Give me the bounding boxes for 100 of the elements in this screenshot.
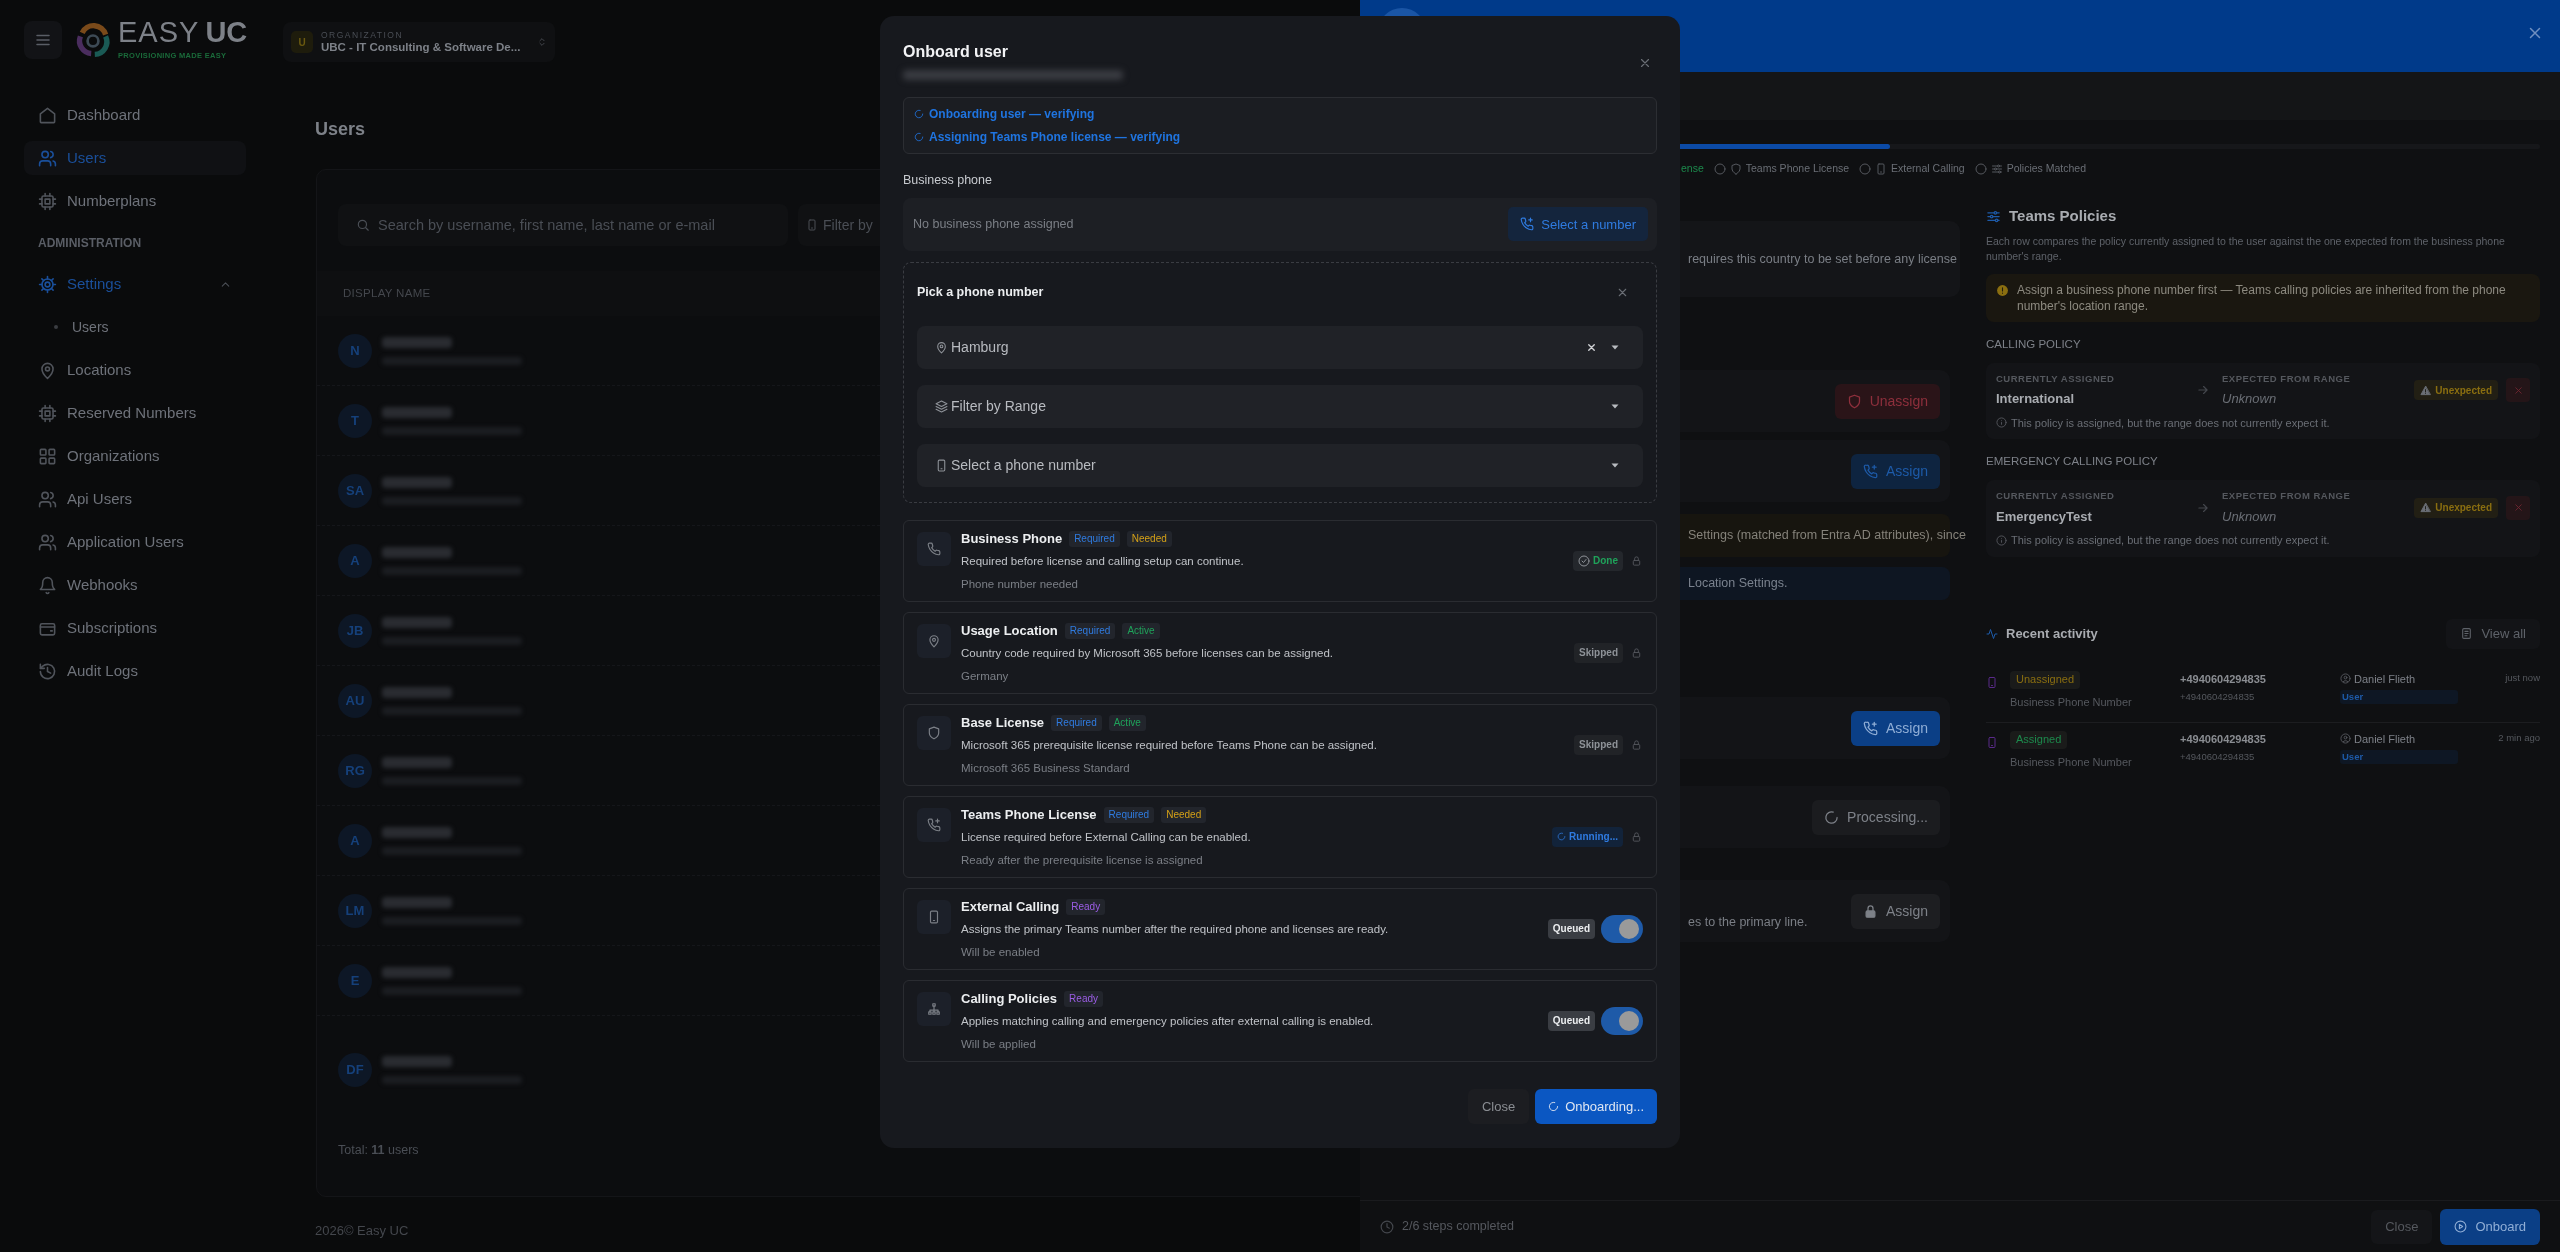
organization-name: UBC - IT Consulting & Software De... [321,40,521,55]
status-pill: Skipped [1574,642,1623,663]
sidebar-item[interactable]: Organizations [24,439,246,473]
phone-plus-icon [1862,463,1878,479]
step-detail: Microsoft 365 Business Standard [961,760,1131,776]
user-name: Daniel Flieth [2354,671,2416,687]
phone-icon [935,458,948,472]
section-title: Recent activity [2006,624,2099,643]
action-button[interactable]: Processing... [1812,799,1940,835]
timestamp: 2 min ago [2497,730,2540,745]
lock-icon [1631,738,1642,751]
warning-text: Assign a business phone number first — Teams calling policies are inherited from the phone number's location range. [2017,281,2507,314]
action-button[interactable]: Assign [1850,710,1940,746]
onboarding-button[interactable]: Onboarding... [1535,1088,1657,1124]
blurred-name [382,616,452,628]
sidebar-item[interactable]: Subscriptions [24,611,246,645]
select-field[interactable]: Select a phone number [917,443,1643,487]
activity-type: Business Phone Number [2010,694,2132,710]
blurred-name [382,966,452,978]
close-button[interactable]: Close [2371,1209,2433,1244]
logo-text: EASY [118,18,200,48]
policy-value: International [1996,390,2075,408]
info-icon [1996,417,2007,429]
user-avatar: AU [338,683,372,718]
select-field[interactable]: Filter by Range [917,384,1643,428]
action-button[interactable]: Assign [1850,893,1940,929]
clear-icon [1586,341,1597,353]
users-icon [38,532,57,552]
status-badge: Unassigned [2010,670,2081,689]
user-avatar: DF [338,1052,372,1087]
group-heading: CALLING POLICY [1986,336,2082,352]
blurred-name [382,336,452,348]
step-title: External Calling [961,897,1060,916]
sidebar-item[interactable]: Dashboard [24,98,246,132]
section-title: Teams Policies [2009,206,2117,226]
play-icon [2454,1220,2468,1233]
field-label: EXPECTED FROM RANGE [2222,489,2352,504]
field-label: CURRENTLY ASSIGNED [1996,371,2116,386]
document-icon [2460,627,2474,640]
modal-title: Onboard user [903,42,1009,62]
view-all-button[interactable]: View all [2446,618,2540,649]
chip-icon [38,191,57,211]
sidebar-item[interactable]: Application Users [24,525,246,559]
gear-icon [38,274,57,294]
step-badge: Needed [1126,530,1172,547]
home-icon [38,105,57,125]
toggle-switch[interactable] [1601,914,1643,943]
action-button[interactable]: Assign [1850,453,1940,489]
logo-text: UC [205,18,248,48]
sidebar-item[interactable]: Users [24,141,246,175]
spinner-icon [914,132,924,142]
sliders-icon [1990,163,2003,175]
sidebar-item[interactable]: Api Users [24,482,246,516]
spinner-icon [1824,809,1840,825]
action-button[interactable]: Unassign [1834,383,1940,419]
phone-number: +4940604294835 [2180,690,2256,704]
step-badge: Active [1122,622,1160,639]
location-pin-icon [935,340,948,354]
toggle-switch[interactable] [1601,1006,1643,1035]
step-badge: Active [1108,714,1146,731]
user-avatar: A [338,543,372,578]
close-button[interactable]: Close [1467,1088,1530,1124]
search-field[interactable]: Search by username, first name, last name or e-mail [338,204,788,246]
onboard-button[interactable]: Onboard [2440,1208,2540,1245]
shield-icon [1846,393,1862,409]
blurred-name [382,686,452,698]
history-icon [38,661,57,681]
sidebar-item[interactable]: Numberplans [24,184,246,218]
lock-icon [1631,830,1642,843]
picker-title: Pick a phone number [917,283,1044,301]
sidebar-item[interactable]: Locations [24,353,246,387]
sidebar-group[interactable]: Settings [24,267,246,301]
toggle-knob [1619,1010,1639,1031]
step-detail: Ready after the prerequisite license is assigned [961,852,1204,868]
user-icon [2340,673,2351,685]
section-description: Each row compares the policy currently assigned to the user against the one expected from the business phone number's range. [1986,233,2506,264]
menu-button[interactable] [24,21,62,59]
toggle-knob [1619,918,1639,939]
step-badge: Ready [1066,898,1106,915]
step-description: Required before license and calling setup can continue. [961,554,1245,570]
layers-icon [935,399,948,413]
phone-plus-icon [1520,217,1535,232]
sidebar-item[interactable]: Reserved Numbers [24,396,246,430]
select-number-button[interactable]: Select a number [1508,207,1648,242]
phone-plus-icon [1862,720,1878,736]
user-total: Total: 11 users [337,1142,420,1159]
status-pill: Queued [1547,918,1595,939]
phone-plus-icon [927,817,941,832]
step-detail: Will be applied [961,1036,1037,1052]
sidebar-item[interactable]: Webhooks [24,568,246,602]
organization-badge: U [291,31,313,53]
user-avatar: T [338,403,372,438]
bullet-icon [54,325,58,329]
sidebar-subitem[interactable]: Users [24,310,246,344]
step-badge: Required [1069,530,1120,547]
select-field[interactable]: Hamburg [917,325,1643,369]
sidebar-item[interactable]: Audit Logs [24,654,246,688]
organization-switcher[interactable]: U ORGANIZATION UBC - IT Consulting & Software De... [283,22,555,62]
phone-number: +4940604294835 [2180,671,2267,687]
step-description: Assigns the primary Teams number after the required phone and licenses are ready. [961,922,1390,938]
